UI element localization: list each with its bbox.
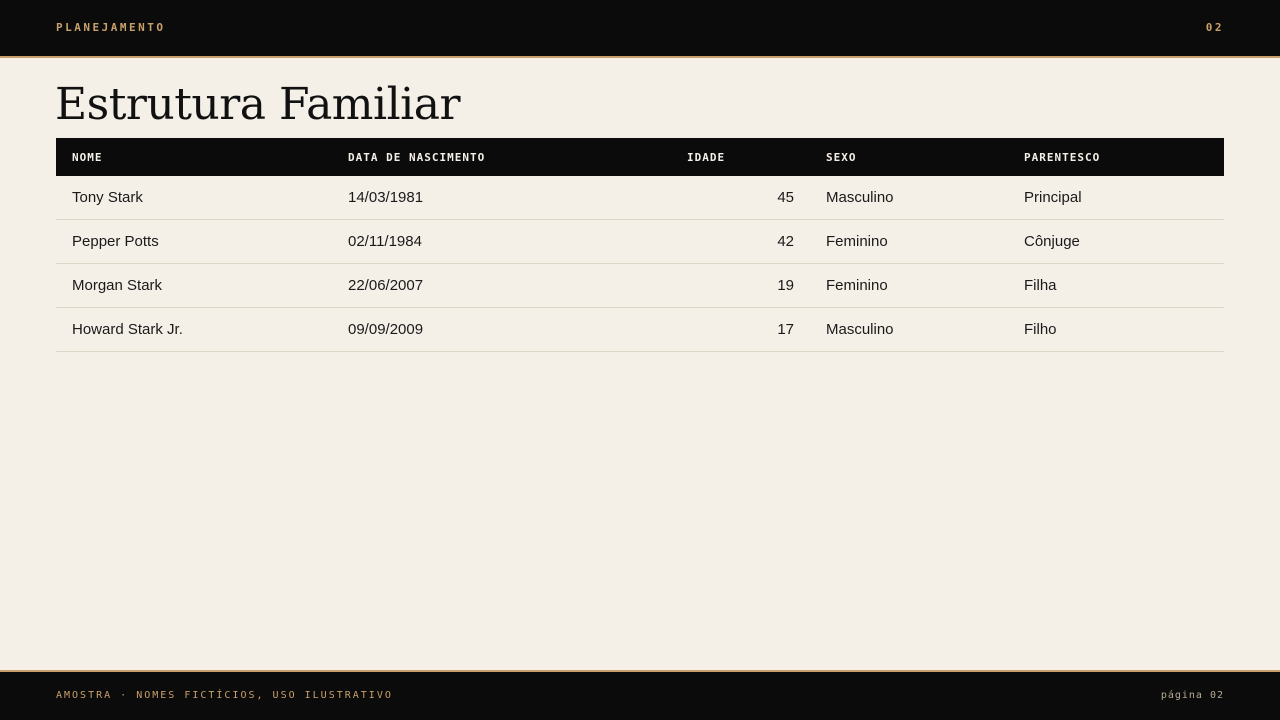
slide-number: 02 (1205, 21, 1224, 34)
cell-idade: 45 (777, 189, 794, 206)
column-header-idade: IDADE (687, 151, 726, 164)
table-row: Pepper Potts 02/11/1984 42 Feminino Cônj… (56, 220, 1224, 264)
column-header-nome: NOME (72, 151, 103, 164)
column-header-sexo: SEXO (826, 151, 857, 164)
table-row: Howard Stark Jr. 09/09/2009 17 Masculino… (56, 308, 1224, 352)
cell-data: 09/09/2009 (348, 321, 424, 338)
table-header: NOME DATA DE NASCIMENTO IDADE SEXO PAREN… (56, 138, 1224, 176)
cell-nome: Howard Stark Jr. (72, 321, 183, 338)
table-row: Morgan Stark 22/06/2007 19 Feminino Filh… (56, 264, 1224, 308)
section-label: PLANEJAMENTO (56, 21, 166, 34)
cell-data: 02/11/1984 (348, 233, 422, 250)
cell-parentesco: Principal (1024, 189, 1082, 206)
cell-data: 14/03/1981 (348, 189, 424, 206)
cell-nome: Morgan Stark (72, 277, 163, 294)
page-title: Estrutura Familiar (55, 79, 461, 130)
cell-sexo: Masculino (826, 321, 894, 338)
cell-parentesco: Filha (1024, 277, 1057, 294)
cell-data: 22/06/2007 (348, 277, 424, 294)
top-bar: PLANEJAMENTO 02 (0, 0, 1280, 58)
column-header-data: DATA DE NASCIMENTO (348, 151, 486, 164)
cell-sexo: Masculino (826, 189, 894, 206)
family-table: NOME DATA DE NASCIMENTO IDADE SEXO PAREN… (56, 138, 1224, 352)
footer-note: AMOSTRA · NOMES FICTÍCIOS, USO ILUSTRATI… (56, 690, 393, 701)
cell-idade: 42 (777, 233, 794, 250)
cell-sexo: Feminino (826, 233, 888, 250)
cell-parentesco: Filho (1024, 321, 1057, 338)
cell-nome: Pepper Potts (72, 233, 159, 250)
page-number: página 02 (1160, 690, 1224, 701)
table-row: Tony Stark 14/03/1981 45 Masculino Princ… (56, 176, 1224, 220)
footer-bar: AMOSTRA · NOMES FICTÍCIOS, USO ILUSTRATI… (0, 670, 1280, 720)
cell-sexo: Feminino (826, 277, 888, 294)
column-header-parentesco: PARENTESCO (1024, 151, 1101, 164)
cell-parentesco: Cônjuge (1024, 233, 1080, 250)
cell-nome: Tony Stark (72, 189, 143, 206)
cell-idade: 19 (777, 277, 794, 294)
cell-idade: 17 (777, 321, 794, 338)
